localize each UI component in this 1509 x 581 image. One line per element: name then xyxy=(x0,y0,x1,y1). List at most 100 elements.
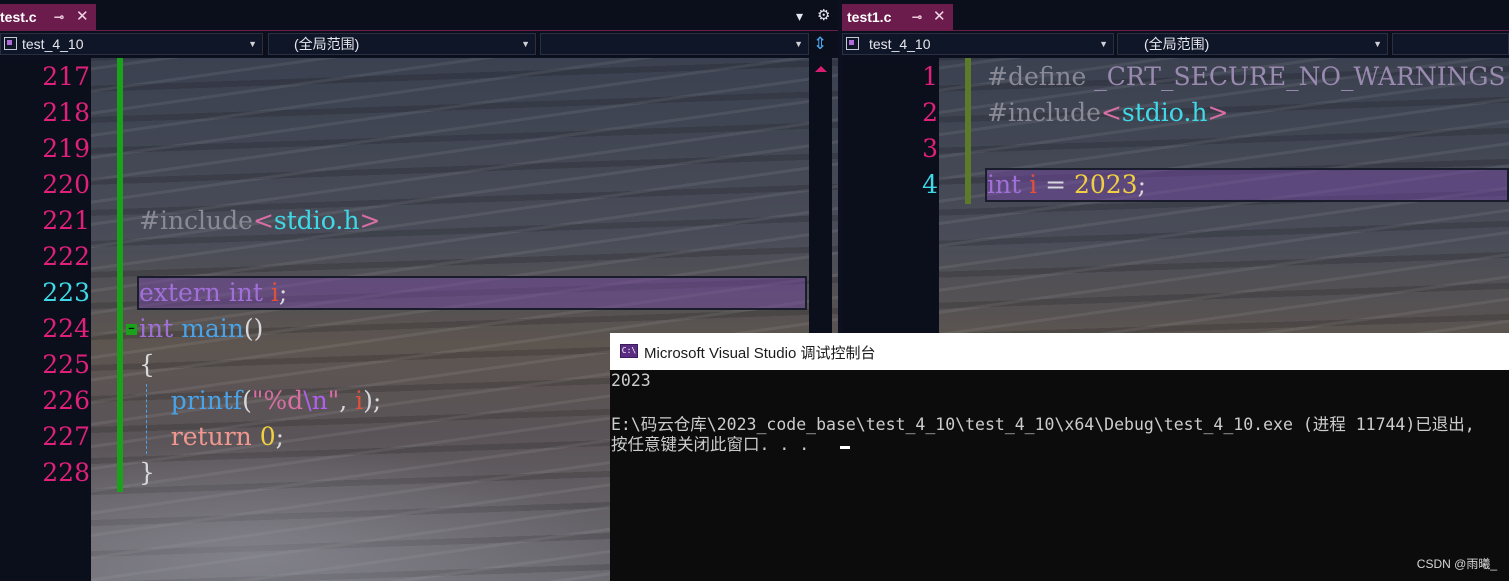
scope-dropdown[interactable]: (全局范围) ▼ xyxy=(268,33,536,55)
number-literal: 2023 xyxy=(1073,170,1138,199)
console-title-bar[interactable]: C:\ Microsoft Visual Studio 调试控制台 xyxy=(610,333,1509,370)
preprocessor-directive: #include xyxy=(139,206,253,235)
chevron-down-icon: ▼ xyxy=(1099,39,1108,49)
semicolon: ; xyxy=(275,422,285,451)
console-title: Microsoft Visual Studio 调试控制台 xyxy=(644,345,876,362)
string-quote: " xyxy=(251,386,264,415)
close-icon[interactable]: ✕ xyxy=(76,4,89,30)
change-bar xyxy=(965,58,971,204)
project-value: test_4_10 xyxy=(869,36,931,52)
close-paren: ); xyxy=(363,386,382,415)
line-number: 217 xyxy=(42,62,90,91)
header-name: stdio.h xyxy=(1121,98,1208,127)
open-paren: ( xyxy=(242,386,252,415)
string-quote: " xyxy=(327,386,340,415)
close-icon[interactable]: ✕ xyxy=(933,4,946,30)
angle-bracket: > xyxy=(359,206,381,235)
pin-icon[interactable]: ⊸ xyxy=(54,4,64,30)
collapse-glyph: − xyxy=(128,323,135,335)
debug-console-window[interactable]: C:\ Microsoft Visual Studio 调试控制台 2023 E… xyxy=(610,333,1509,581)
chevron-down-icon: ▼ xyxy=(794,39,803,49)
tab-test-c[interactable]: test.c ⊸ ✕ xyxy=(0,4,96,30)
code-line-226[interactable]: printf("%d\n", i); xyxy=(139,383,382,419)
line-number: 220 xyxy=(42,170,90,199)
angle-bracket: < xyxy=(1100,98,1122,127)
preprocessor-directive: #include xyxy=(987,98,1101,127)
line-number: 219 xyxy=(42,134,90,163)
code-line-221[interactable]: #include<stdio.h> xyxy=(139,203,380,239)
line-number: 222 xyxy=(42,242,90,271)
function-main: main xyxy=(181,314,244,343)
line-number: 1 xyxy=(922,62,938,91)
code-line-227[interactable]: return 0; xyxy=(139,419,284,455)
console-output: 2023 xyxy=(611,371,651,390)
line-number: 2 xyxy=(922,98,938,127)
project-icon xyxy=(846,37,859,50)
chevron-down-icon: ▼ xyxy=(248,39,257,49)
code-line-4[interactable]: int i = 2023; xyxy=(987,167,1146,203)
line-number: 3 xyxy=(922,134,938,163)
line-number: 225 xyxy=(42,350,90,379)
tab-label: test.c xyxy=(0,9,37,25)
scope-value: (全局范围) xyxy=(294,36,360,52)
line-number: 218 xyxy=(42,98,90,127)
keyword-extern: extern xyxy=(139,278,221,307)
keyword-return: return xyxy=(170,422,252,451)
current-line-number: 4 xyxy=(922,170,938,199)
header-name: stdio.h xyxy=(273,206,360,235)
tab-overflow-dropdown-icon[interactable]: ▾ xyxy=(796,8,803,25)
angle-bracket: < xyxy=(252,206,274,235)
assign-operator: = xyxy=(1045,170,1067,199)
project-dropdown[interactable]: test_4_10 ▼ xyxy=(842,33,1114,55)
code-line-2[interactable]: #include<stdio.h> xyxy=(987,95,1228,131)
chevron-down-icon: ▼ xyxy=(521,39,530,49)
code-line-224[interactable]: int main() xyxy=(139,311,263,347)
semicolon: ; xyxy=(1137,170,1147,199)
project-value: test_4_10 xyxy=(22,36,84,52)
code-line-228[interactable]: } xyxy=(139,455,155,491)
comma: , xyxy=(339,386,348,415)
open-brace: { xyxy=(139,350,155,379)
line-number: 224 xyxy=(42,314,90,343)
keyword-int: int xyxy=(139,314,174,343)
pin-icon[interactable]: ⊸ xyxy=(912,4,922,30)
line-number: 221 xyxy=(42,206,90,235)
keyword-int: int xyxy=(987,170,1022,199)
parentheses: () xyxy=(243,314,264,343)
gear-icon[interactable]: ⚙ xyxy=(817,6,830,24)
console-cursor xyxy=(840,446,850,449)
keyword-int: int xyxy=(228,278,263,307)
code-line-225[interactable]: { xyxy=(139,347,155,383)
console-close-prompt: 按任意键关闭此窗口. . . xyxy=(611,435,810,454)
project-dropdown[interactable]: test_4_10 ▼ xyxy=(0,33,263,55)
tab-test1-c[interactable]: test1.c ⊸ ✕ xyxy=(842,4,953,30)
format-specifier: %d xyxy=(263,386,304,415)
collapse-toggle-icon[interactable]: − xyxy=(126,324,137,335)
split-window-icon[interactable]: ⇕ xyxy=(813,34,827,54)
preprocessor-directive: #define xyxy=(987,62,1087,91)
code-line-223[interactable]: extern int i; xyxy=(139,275,287,311)
scroll-up-icon[interactable] xyxy=(815,66,827,72)
scope-dropdown[interactable]: (全局范围) ▼ xyxy=(1117,33,1388,55)
member-dropdown[interactable]: ▼ xyxy=(540,33,809,55)
line-number: 228 xyxy=(42,458,90,487)
angle-bracket: > xyxy=(1207,98,1229,127)
scope-value: (全局范围) xyxy=(1144,36,1210,52)
semicolon: ; xyxy=(278,278,288,307)
variable-i: i xyxy=(355,386,364,415)
tab-label: test1.c xyxy=(847,9,892,25)
left-tab-strip xyxy=(0,0,838,32)
close-brace: } xyxy=(139,458,155,487)
line-number: 226 xyxy=(42,386,90,415)
console-app-icon: C:\ xyxy=(620,344,638,358)
escape-sequence: \n xyxy=(303,386,328,415)
change-bar xyxy=(117,58,123,492)
watermark: CSDN @雨曦_ xyxy=(1416,557,1497,571)
member-dropdown[interactable] xyxy=(1392,33,1509,55)
code-line-1[interactable]: #define _CRT_SECURE_NO_WARNINGS 1 xyxy=(987,59,1509,95)
right-navigation-bar: test_4_10 ▼ (全局范围) ▼ xyxy=(842,31,1509,57)
current-line-number: 223 xyxy=(42,278,90,307)
project-icon xyxy=(4,37,17,50)
number-literal: 0 xyxy=(259,422,276,451)
function-printf: printf xyxy=(170,386,243,415)
